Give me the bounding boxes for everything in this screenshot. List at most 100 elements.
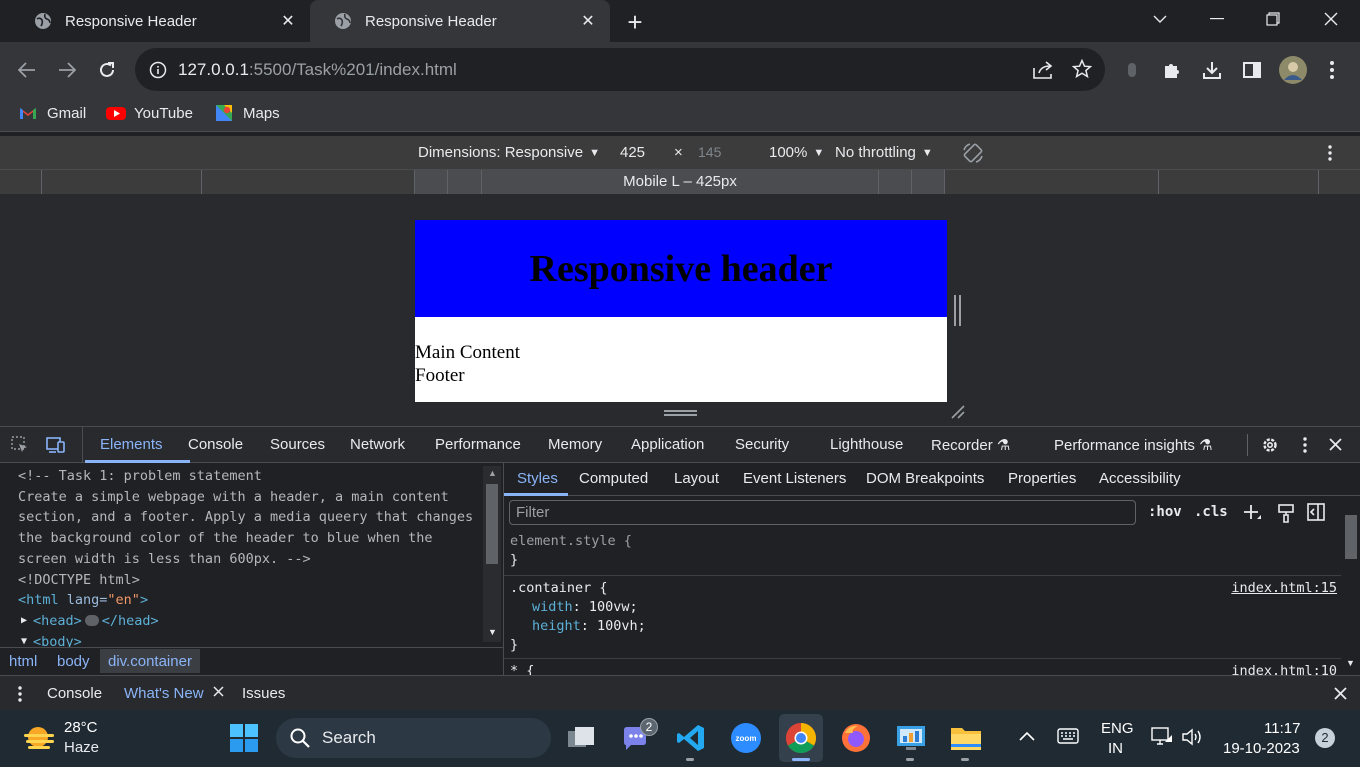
doctype-node[interactable]: <!DOCTYPE html> — [18, 570, 503, 591]
browser-tab-1[interactable]: Responsive Header ✕ — [10, 0, 310, 42]
extension-status-icon[interactable] — [1118, 56, 1146, 84]
weather-desc[interactable]: Haze — [64, 739, 99, 756]
breadcrumb-container[interactable]: div.container — [108, 653, 192, 670]
tab-computed[interactable]: Computed — [579, 470, 648, 487]
devtools-tab-console[interactable]: Console — [188, 436, 243, 453]
throttling-dropdown[interactable]: No throttling ▼ — [835, 144, 933, 161]
extensions-puzzle-icon[interactable] — [1158, 56, 1186, 84]
close-tab-icon[interactable]: ✕ — [278, 11, 298, 31]
hov-toggle[interactable]: :hov — [1148, 504, 1182, 520]
file-explorer-icon[interactable] — [949, 721, 983, 755]
devtools-tab-security[interactable]: Security — [735, 436, 789, 453]
cls-toggle[interactable]: .cls — [1194, 504, 1228, 520]
side-panel-icon[interactable] — [1238, 56, 1266, 84]
taskbar-search[interactable]: Search — [276, 718, 551, 758]
scroll-up-icon[interactable]: ▲ — [488, 468, 497, 478]
bookmark-maps[interactable]: Maps — [215, 104, 280, 122]
settings-gear-icon[interactable] — [1261, 436, 1279, 454]
weather-haze-icon[interactable] — [22, 724, 56, 754]
language-region[interactable]: IN — [1108, 740, 1123, 757]
minimize-icon[interactable] — [1202, 6, 1232, 32]
close-drawer-tab-icon[interactable] — [213, 686, 224, 697]
devtools-tab-recorder[interactable]: Recorder ⚗ — [931, 436, 1010, 454]
tab-accessibility[interactable]: Accessibility — [1099, 470, 1181, 487]
clock-time[interactable]: 11:17 — [1264, 720, 1300, 737]
head-node[interactable]: ▶ <head> </head> — [18, 611, 503, 632]
show-hidden-icons-chevron-icon[interactable] — [1019, 731, 1035, 741]
style-rule-container[interactable]: .container { index.html:15 width: 100vw;… — [504, 579, 1341, 659]
ellipsis-badge[interactable] — [84, 615, 99, 627]
close-devtools-icon[interactable] — [1329, 438, 1342, 451]
computed-sidebar-icon[interactable] — [1307, 503, 1325, 521]
task-view-icon[interactable] — [564, 721, 598, 755]
resize-corner-icon[interactable] — [950, 404, 966, 420]
reload-icon[interactable] — [93, 56, 121, 84]
tab-styles[interactable]: Styles — [517, 470, 558, 487]
rule-declaration[interactable]: width: 100vw; — [510, 598, 1341, 617]
collapse-triangle-icon[interactable]: ▼ — [21, 632, 27, 647]
bookmark-star-icon[interactable] — [1072, 59, 1092, 79]
volume-icon[interactable] — [1181, 728, 1203, 746]
expand-triangle-icon[interactable]: ▶ — [21, 611, 27, 632]
language-code[interactable]: ENG — [1101, 720, 1134, 737]
tab-event-listeners[interactable]: Event Listeners — [743, 470, 846, 487]
dom-comment-line[interactable]: the background color of the header to bl… — [18, 528, 503, 549]
scroll-down-icon[interactable]: ▼ — [488, 627, 497, 637]
drawer-tab-issues[interactable]: Issues — [242, 685, 285, 702]
devtools-tab-application[interactable]: Application — [631, 436, 704, 453]
network-icon[interactable] — [1151, 727, 1173, 747]
close-drawer-icon[interactable] — [1334, 687, 1347, 700]
back-arrow-icon[interactable] — [13, 56, 41, 84]
width-input[interactable]: 425 — [612, 141, 672, 165]
elements-scrollbar[interactable]: ▲ ▼ — [483, 466, 501, 642]
chrome-icon[interactable] — [784, 721, 818, 755]
scrollbar-thumb[interactable] — [486, 484, 498, 564]
tab-search-chevron-icon[interactable] — [1145, 6, 1175, 32]
devtools-tab-memory[interactable]: Memory — [548, 436, 602, 453]
control-panel-icon[interactable] — [894, 721, 928, 755]
scrollbar-thumb[interactable] — [1345, 515, 1357, 559]
dom-comment-line[interactable]: section, and a footer. Apply a media que… — [18, 507, 503, 528]
inspect-element-icon[interactable] — [11, 436, 29, 454]
download-icon[interactable] — [1198, 56, 1226, 84]
new-style-rule-icon[interactable] — [1242, 503, 1262, 523]
rule-source-link[interactable]: index.html:10 — [1231, 662, 1337, 675]
address-bar[interactable]: 127.0.0.1:5500/Task%201/index.html — [135, 48, 1105, 91]
site-info-icon[interactable] — [149, 61, 167, 79]
drawer-tab-whats-new[interactable]: What's New — [124, 685, 204, 702]
scroll-down-icon[interactable]: ▼ — [1346, 658, 1355, 668]
element-state-paint-icon[interactable] — [1277, 503, 1295, 523]
styles-filter-input[interactable]: Filter — [509, 500, 1136, 525]
windows-start-icon[interactable] — [227, 721, 261, 755]
devtools-menu-icon[interactable] — [1303, 437, 1307, 453]
vscode-icon[interactable] — [674, 721, 708, 755]
devtools-tab-performance[interactable]: Performance — [435, 436, 521, 453]
dimensions-dropdown[interactable]: Dimensions: Responsive ▼ — [418, 144, 600, 161]
rule-source-link[interactable]: index.html:15 — [1231, 579, 1337, 598]
device-toggle-icon[interactable] — [46, 436, 66, 454]
rotate-icon[interactable] — [961, 141, 985, 165]
zoom-dropdown[interactable]: 100% ▼ — [769, 144, 824, 161]
styles-scrollbar[interactable]: ▼ — [1342, 503, 1360, 671]
drawer-menu-icon[interactable] — [18, 686, 22, 702]
devtools-tab-performance-insights[interactable]: Performance insights ⚗ — [1054, 436, 1213, 454]
height-input[interactable]: 145 — [690, 141, 750, 165]
rule-declaration[interactable]: height: 100vh; — [510, 617, 1341, 636]
device-toolbar-menu-icon[interactable] — [1328, 145, 1332, 161]
tab-dom-breakpoints[interactable]: DOM Breakpoints — [866, 470, 984, 487]
drawer-tab-console[interactable]: Console — [47, 685, 102, 702]
bookmark-youtube[interactable]: YouTube — [106, 104, 193, 122]
style-rule-element[interactable]: element.style { } — [504, 532, 1341, 576]
close-window-icon[interactable] — [1316, 6, 1346, 32]
dom-comment-line[interactable]: Create a simple webpage with a header, a… — [18, 487, 503, 508]
bookmark-gmail[interactable]: Gmail — [19, 104, 86, 122]
restore-icon[interactable] — [1258, 6, 1288, 32]
tab-properties[interactable]: Properties — [1008, 470, 1076, 487]
devtools-tab-elements[interactable]: Elements — [100, 436, 163, 453]
devtools-tab-sources[interactable]: Sources — [270, 436, 325, 453]
devtools-tab-network[interactable]: Network — [350, 436, 405, 453]
share-icon[interactable] — [1032, 60, 1054, 80]
notification-badge[interactable]: 2 — [1315, 728, 1335, 748]
dom-comment-line[interactable]: <!-- Task 1: problem statement — [18, 466, 503, 487]
clock-date[interactable]: 19-10-2023 — [1223, 740, 1300, 757]
